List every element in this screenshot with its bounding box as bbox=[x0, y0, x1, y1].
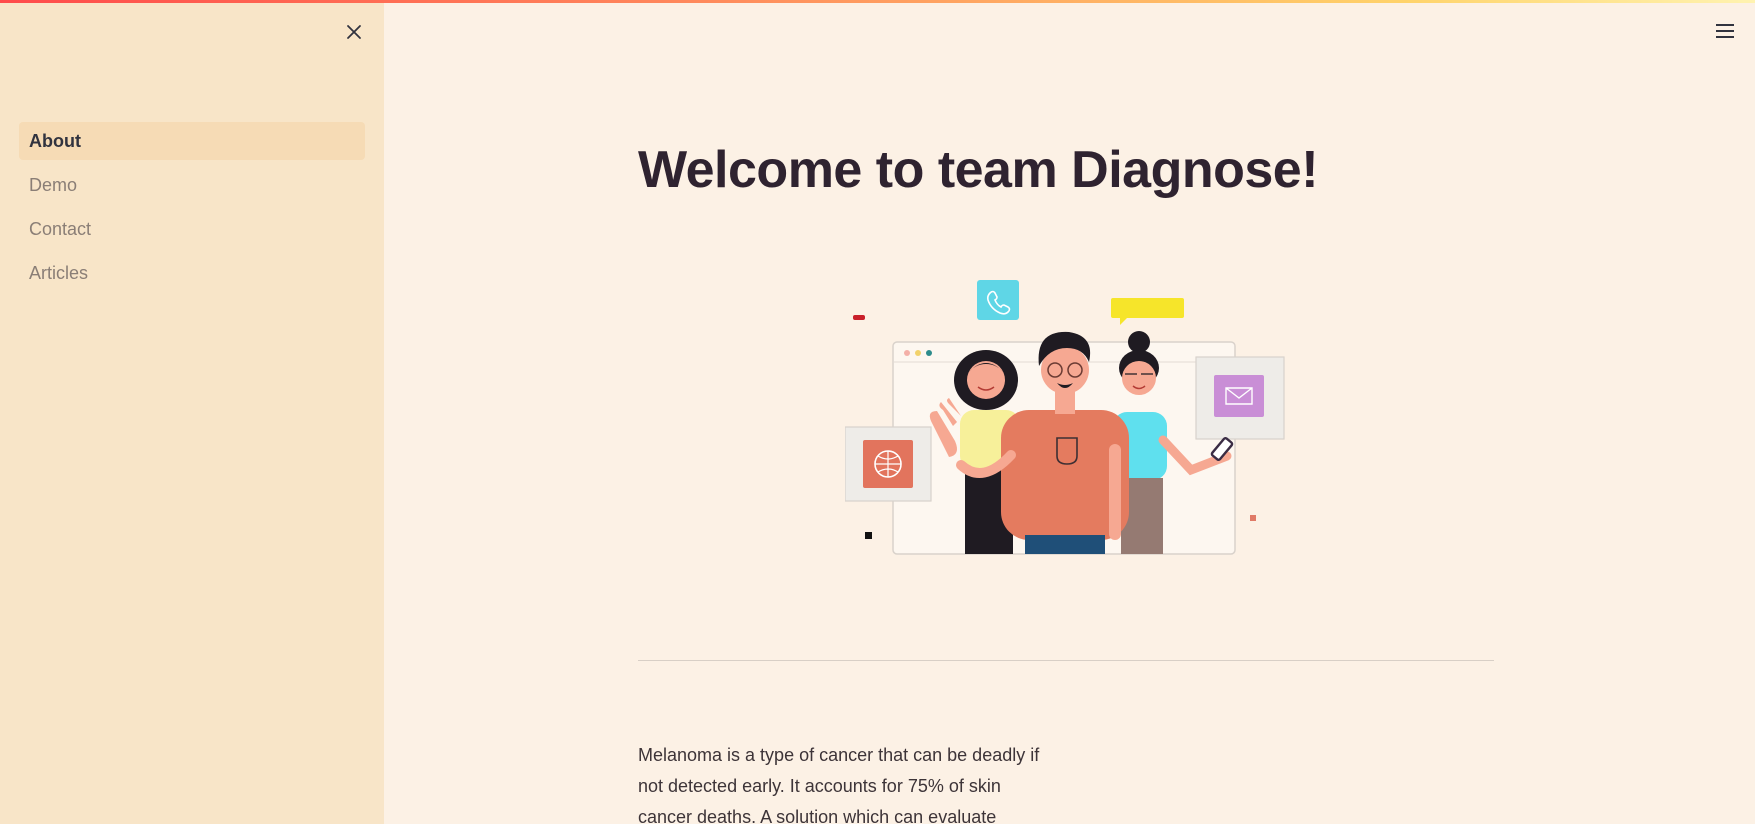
section-divider bbox=[638, 660, 1494, 661]
main-content: Welcome to team Diagnose! Melanoma is a … bbox=[638, 0, 1494, 824]
page-title: Welcome to team Diagnose! bbox=[638, 141, 1319, 199]
sidebar-close-button[interactable] bbox=[340, 18, 368, 46]
sidebar-item-label: Contact bbox=[29, 218, 92, 239]
sidebar-item-about[interactable]: About bbox=[19, 122, 365, 160]
team-illustration bbox=[845, 280, 1285, 555]
sidebar-nav: About Demo Contact Articles bbox=[19, 122, 365, 298]
sidebar-item-label: About bbox=[29, 130, 81, 151]
hamburger-menu-icon[interactable] bbox=[1711, 18, 1739, 44]
sidebar-item-articles[interactable]: Articles bbox=[19, 254, 365, 292]
top-decoration-bar bbox=[0, 0, 1755, 3]
close-icon bbox=[347, 25, 361, 39]
sidebar: About Demo Contact Articles bbox=[0, 0, 384, 824]
sidebar-item-demo[interactable]: Demo bbox=[19, 166, 365, 204]
sidebar-item-label: Articles bbox=[29, 262, 89, 283]
sidebar-item-label: Demo bbox=[29, 174, 78, 195]
sidebar-item-contact[interactable]: Contact bbox=[19, 210, 365, 248]
intro-paragraph: Melanoma is a type of cancer that can be… bbox=[638, 745, 1040, 824]
